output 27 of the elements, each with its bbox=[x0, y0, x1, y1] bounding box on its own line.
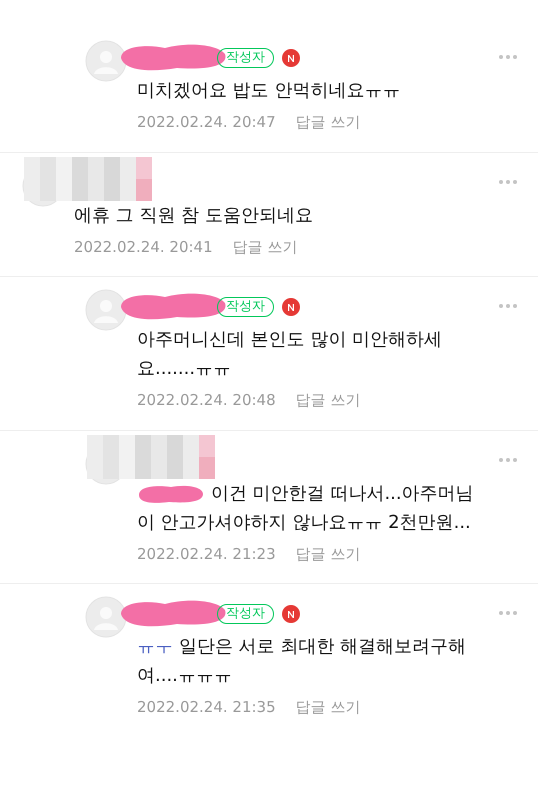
more-icon[interactable] bbox=[498, 303, 518, 309]
comment-text: 미치겠어요 밥도 안먹히네요ㅠㅠ bbox=[137, 79, 402, 103]
more-icon[interactable] bbox=[498, 610, 518, 616]
avatar-icon bbox=[85, 40, 127, 82]
avatar-icon bbox=[85, 596, 127, 638]
comment-text: 에휴 그 직원 참 도움안되네요 bbox=[74, 204, 314, 228]
comment-time: 2022.02.24. 20:47 bbox=[137, 112, 276, 133]
comment-time: 2022.02.24. 20:48 bbox=[137, 390, 276, 411]
more-icon[interactable] bbox=[498, 456, 518, 462]
more-icon[interactable] bbox=[498, 178, 518, 184]
reply-link[interactable]: 답글 쓰기 bbox=[296, 696, 360, 718]
author-badge: 작성자 bbox=[217, 604, 274, 624]
comment-time: 2022.02.24. 21:23 bbox=[137, 544, 276, 564]
author-badge: 작성자 bbox=[217, 297, 274, 317]
mention-text: ㅠㅜ bbox=[137, 636, 173, 657]
author-badge: 작성자 bbox=[217, 48, 274, 68]
comment-text: 아주머니신데 본인도 많이 미안해하세요.......ㅠㅠ bbox=[137, 328, 444, 381]
reply-link[interactable]: 답글 쓰기 bbox=[296, 389, 360, 412]
avatar-icon bbox=[85, 289, 127, 331]
comment-text: 이건 미안한걸 떠나서...아주머님이 안고가셔야하지 않나요ㅠㅠ 2천만원... bbox=[137, 482, 475, 534]
reply-link[interactable]: 답글 쓰기 bbox=[296, 111, 360, 134]
more-icon[interactable] bbox=[498, 54, 518, 60]
comment-time: 2022.02.24. 21:35 bbox=[137, 697, 276, 718]
comment-time: 2022.02.24. 20:41 bbox=[74, 236, 213, 258]
reply-link[interactable]: 답글 쓰기 bbox=[296, 542, 360, 565]
comment-text: ㅠㅜ 일단은 서로 최대한 해결해보려구해여....ㅠㅠㅠ bbox=[137, 635, 468, 688]
reply-link[interactable]: 답글 쓰기 bbox=[232, 236, 298, 258]
